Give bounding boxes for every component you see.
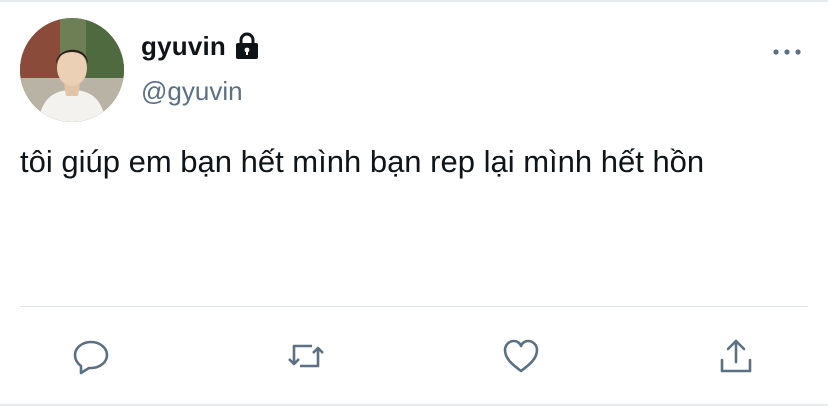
like-button[interactable] — [499, 334, 543, 378]
display-name-row: gyuvin — [141, 30, 260, 62]
retweet-icon — [288, 344, 324, 368]
share-button[interactable] — [714, 334, 758, 378]
display-name[interactable]: gyuvin — [141, 30, 226, 62]
share-icon — [720, 339, 752, 373]
reply-icon — [73, 340, 109, 375]
handle[interactable]: @gyuvin — [141, 76, 243, 106]
like-icon — [503, 339, 539, 373]
top-border — [0, 0, 828, 2]
avatar[interactable] — [20, 18, 124, 122]
tweet-text: tôi giúp em bạn hết mình bạn rep lại mìn… — [20, 144, 705, 179]
more-icon[interactable] — [772, 42, 802, 62]
lock-icon — [234, 32, 260, 60]
avatar-image — [20, 18, 124, 122]
retweet-button[interactable] — [284, 334, 328, 378]
reply-button[interactable] — [69, 334, 113, 378]
bottom-border — [0, 404, 828, 406]
divider — [20, 306, 808, 307]
